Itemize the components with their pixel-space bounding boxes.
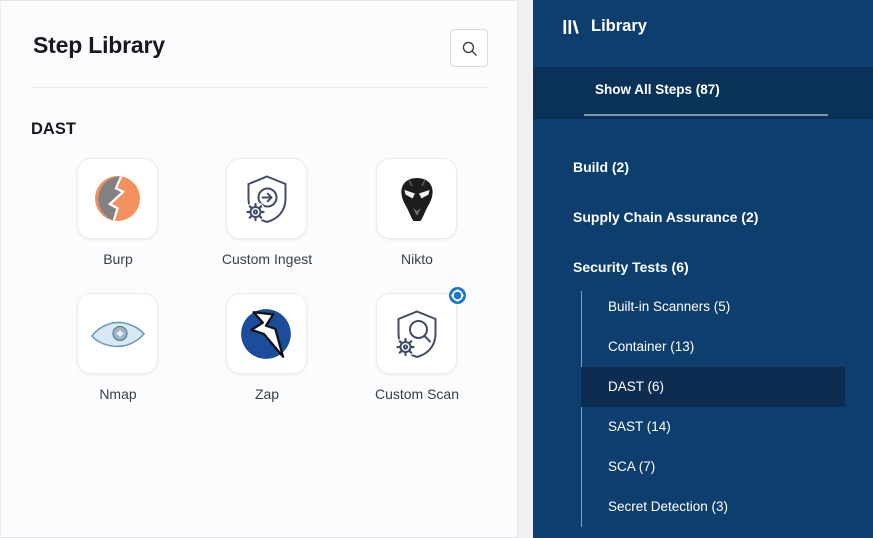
- step-library-page: Step Library DAST: [0, 0, 873, 538]
- zap-logo: [238, 305, 296, 363]
- sidebar-item-security-tests[interactable]: Security Tests (6): [573, 259, 689, 279]
- custom-ingest-icon: [239, 171, 295, 227]
- tool-label-custom-scan: Custom Scan: [337, 386, 497, 402]
- step-library-panel: Step Library DAST: [0, 0, 518, 538]
- sidebar-item-supply-chain-assurance[interactable]: Supply Chain Assurance (2): [573, 209, 758, 229]
- show-all-steps-link[interactable]: Show All Steps (87): [595, 82, 720, 97]
- sidebar-item-sast[interactable]: SAST (14): [581, 407, 845, 447]
- sidebar-header: Library: [562, 17, 647, 36]
- nikto-logo: [397, 176, 437, 222]
- tool-label-custom-ingest: Custom Ingest: [187, 251, 347, 267]
- sidebar-item-dast[interactable]: DAST (6): [581, 367, 845, 407]
- tool-tile-nikto[interactable]: [376, 158, 457, 239]
- show-all-divider: [584, 114, 828, 116]
- tool-label-burp: Burp: [38, 251, 198, 267]
- draggable-badge-icon[interactable]: [449, 287, 466, 304]
- custom-scan-icon: [389, 306, 445, 362]
- tool-tile-custom-scan[interactable]: [376, 293, 457, 374]
- tool-tile-custom-ingest[interactable]: [226, 158, 307, 239]
- show-all-steps-band[interactable]: Show All Steps (87): [533, 67, 873, 119]
- search-icon: [461, 40, 478, 57]
- tool-label-nikto: Nikto: [337, 251, 497, 267]
- sidebar-item-sca[interactable]: SCA (7): [581, 447, 845, 487]
- tool-tile-nmap[interactable]: [77, 293, 158, 374]
- tool-label-nmap: Nmap: [38, 386, 198, 402]
- burp-logo: [93, 174, 142, 223]
- library-sidebar: Library Show All Steps (87) Build (2) Su…: [533, 0, 873, 538]
- page-title: Step Library: [33, 32, 165, 59]
- sidebar-title: Library: [591, 17, 647, 36]
- tool-tile-burp[interactable]: [77, 158, 158, 239]
- sidebar-item-built-in-scanners[interactable]: Built-in Scanners (5): [581, 287, 845, 327]
- library-icon: [562, 18, 580, 36]
- sidebar-item-secret-detection[interactable]: Secret Detection (3): [581, 487, 845, 527]
- tool-label-zap: Zap: [187, 386, 347, 402]
- search-button[interactable]: [450, 29, 488, 67]
- header-divider: [31, 87, 489, 88]
- sidebar-item-build[interactable]: Build (2): [573, 159, 629, 179]
- sidebar-item-container[interactable]: Container (13): [581, 327, 845, 367]
- nmap-logo: [90, 319, 146, 349]
- tool-tile-zap[interactable]: [226, 293, 307, 374]
- section-title-dast: DAST: [31, 120, 76, 139]
